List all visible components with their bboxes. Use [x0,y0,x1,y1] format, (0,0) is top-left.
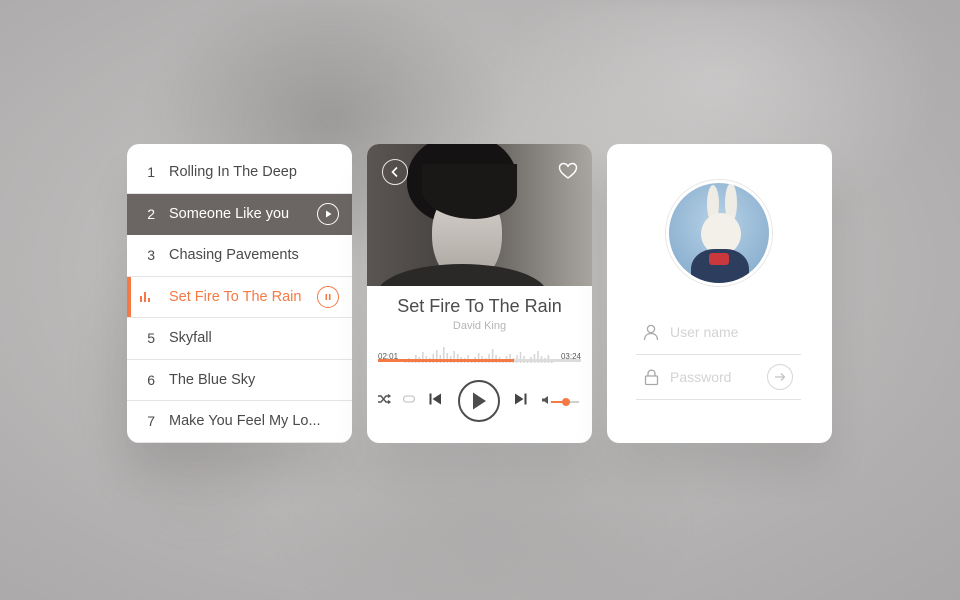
playlist-item[interactable]: 1 Rolling In The Deep [127,152,352,194]
back-button[interactable] [382,159,408,185]
track-title: Set Fire To The Rain [169,288,302,305]
playlist-item-playing[interactable]: Set Fire To The Rain [127,276,352,318]
track-number: 5 [147,330,155,347]
login-card [607,144,832,443]
playlist-item[interactable]: 5 Skyfall [127,318,352,360]
volume-knob[interactable] [562,398,570,406]
pause-track-button[interactable] [317,285,339,308]
password-field [636,355,801,400]
user-icon [636,324,666,341]
avatar [666,180,772,286]
lock-icon [636,369,666,386]
arrow-right-icon [775,373,786,381]
track-title: Skyfall [169,330,212,347]
chevron-left-icon [391,166,398,178]
player-controls [367,380,592,424]
username-field [636,310,801,355]
shuffle-icon [378,393,391,405]
playlist-card: 1 Rolling In The Deep 2 Someone Like you… [127,144,352,443]
equalizer-icon [127,291,169,303]
track-number: 3 [147,247,155,264]
track-title: Someone Like you [169,205,290,222]
song-title: Set Fire To The Rain [397,296,562,316]
playlist-item-selected[interactable]: 2 Someone Like you [127,193,352,235]
track-number: 7 [147,413,155,430]
play-track-button[interactable] [317,202,339,225]
skip-next-icon [515,393,527,405]
play-icon [473,392,486,410]
track-title: Make You Feel My Lo... [169,413,321,430]
album-cover [367,144,592,286]
track-number: 2 [147,205,155,222]
pause-icon [325,293,331,300]
song-artist: David King [452,320,507,332]
playlist-item[interactable]: 3 Chasing Pavements [127,235,352,277]
play-icon [326,210,332,218]
track-number: 6 [147,371,155,388]
heart-icon [558,162,578,179]
password-input[interactable] [670,369,770,385]
submit-button[interactable] [767,364,793,390]
track-title: Chasing Pavements [169,247,299,264]
track-number: 1 [147,164,155,181]
username-input[interactable] [670,324,770,340]
track-title: The Blue Sky [169,371,256,388]
repeat-icon [402,395,416,403]
playlist-item[interactable]: 7 Make You Feel My Lo... [127,401,352,443]
progress-fill [378,359,514,362]
next-button[interactable] [514,392,528,406]
favorite-button[interactable] [558,162,578,185]
skip-previous-icon [429,393,441,405]
repeat-button[interactable] [402,394,416,404]
volume-icon [542,396,548,404]
track-title: Rolling In The Deep [169,164,297,181]
progress-bar[interactable] [378,359,581,362]
previous-button[interactable] [428,392,442,406]
shuffle-button[interactable] [377,393,391,405]
volume-button[interactable] [541,395,550,405]
playlist-item[interactable]: 6 The Blue Sky [127,360,352,401]
play-button[interactable] [458,380,500,422]
player-card: Set Fire To The Rain David King 02:01 03… [367,144,592,443]
